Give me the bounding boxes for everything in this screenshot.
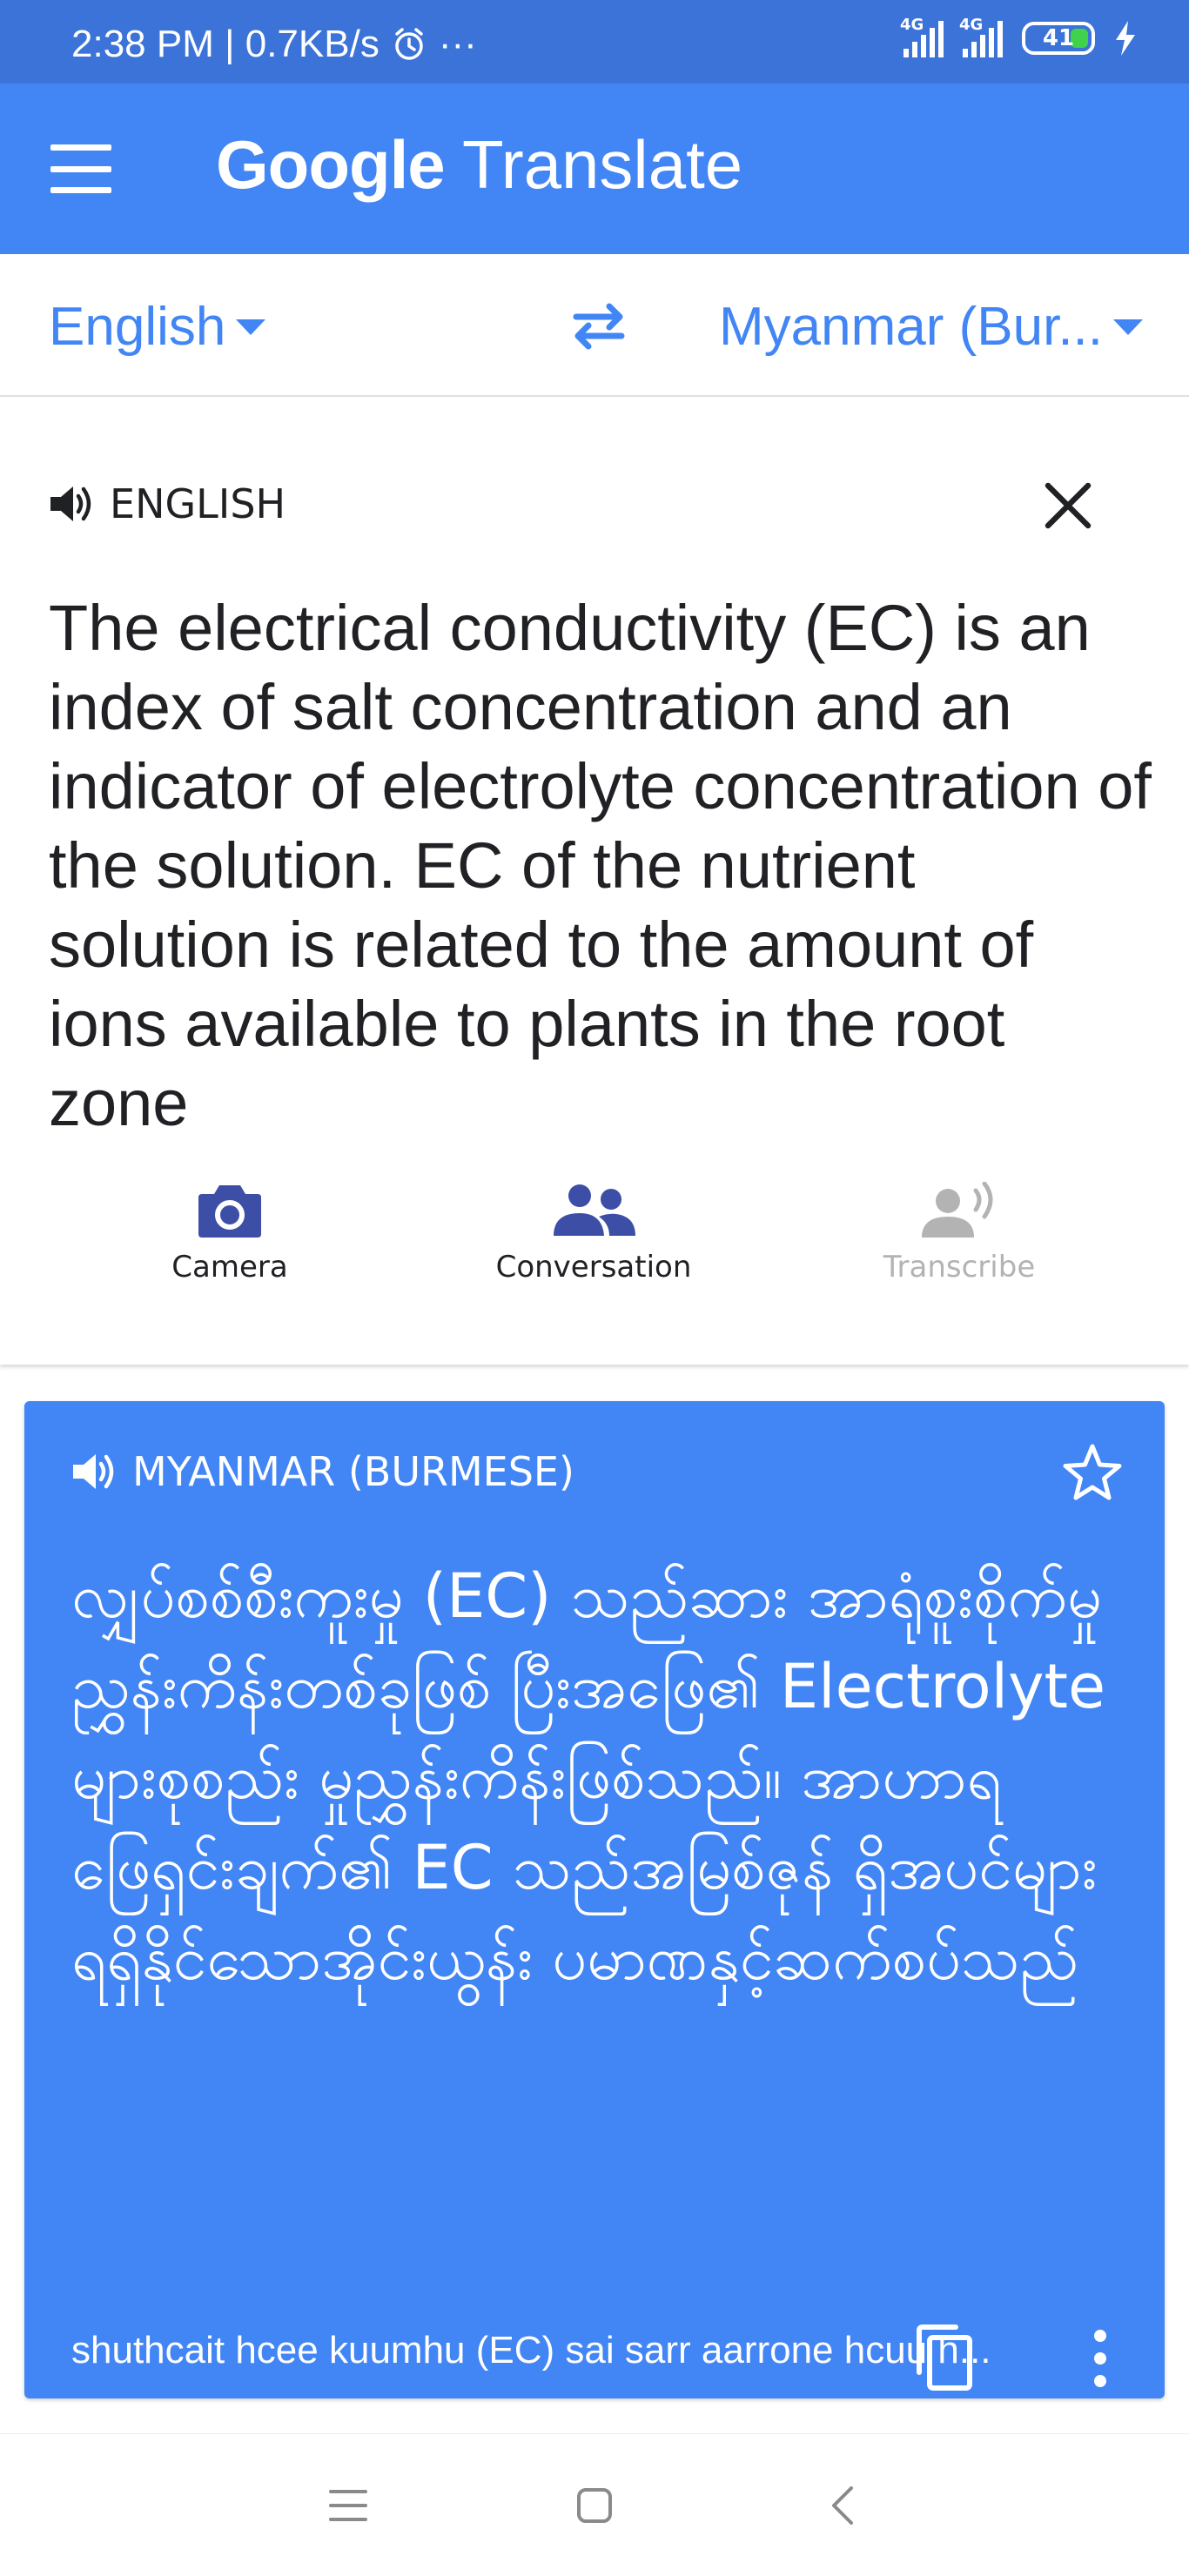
- transcribe-label: Transcribe: [883, 1250, 1036, 1285]
- transcribe-icon: [922, 1182, 993, 1238]
- close-icon[interactable]: [1041, 479, 1095, 533]
- recents-icon[interactable]: [313, 2478, 383, 2533]
- speaker-icon: [50, 486, 91, 521]
- charging-icon: [1116, 21, 1135, 56]
- translation-result-card: MYANMAR (BURMESE) လျှပ်စစ်စီးကူးမှု (EC)…: [24, 1401, 1165, 2398]
- conversation-icon: [554, 1184, 635, 1236]
- signal-2-icon: 4G: [959, 16, 1003, 57]
- app-bar: Google Translate: [0, 84, 1189, 254]
- translated-text: လျှပ်စစ်စီးကူးမှု (EC) သည်ဆား အာရုံစူးစိ…: [71, 1560, 1106, 1994]
- status-right: 4G 4G 41: [900, 16, 1137, 57]
- target-language-selector[interactable]: Myanmar (Bur...: [719, 296, 1143, 358]
- battery-icon: 41: [1022, 22, 1095, 55]
- conversation-button[interactable]: Conversation: [463, 1182, 724, 1285]
- status-bar: 2:38 PM | 0.7KB/s ··· 4G 4G 41: [0, 0, 1189, 84]
- menu-icon-bar: [50, 144, 111, 151]
- copy-icon[interactable]: [910, 2324, 980, 2393]
- source-language-selector[interactable]: English: [49, 296, 266, 358]
- status-more: ···: [438, 23, 477, 65]
- camera-button[interactable]: Camera: [99, 1182, 360, 1285]
- battery-level: 41: [1042, 25, 1075, 51]
- source-language-caption: ENGLISH: [110, 480, 286, 527]
- navigation-bar: [0, 2433, 1189, 2576]
- source-text-input[interactable]: The electrical conductivity (EC) is an i…: [49, 588, 1154, 1143]
- menu-icon-bar: [50, 165, 111, 172]
- signal-1-icon: 4G: [900, 16, 944, 57]
- target-language-label: Myanmar (Bur...: [719, 297, 1103, 357]
- app-title-product: Translate: [461, 126, 743, 203]
- target-speak-button[interactable]: MYANMAR (BURMESE): [71, 1448, 574, 1495]
- menu-icon-bar: [50, 187, 111, 193]
- conversation-label: Conversation: [495, 1250, 692, 1285]
- star-icon[interactable]: [1060, 1441, 1125, 1506]
- home-icon[interactable]: [560, 2478, 629, 2533]
- chevron-down-icon: [1113, 319, 1143, 335]
- app-title-brand: Google: [216, 126, 446, 203]
- source-speak-button[interactable]: ENGLISH: [49, 480, 285, 527]
- camera-icon: [198, 1185, 261, 1238]
- app-title: Google Translate: [216, 125, 742, 205]
- language-bar: English Myanmar (Bur...: [0, 254, 1189, 397]
- target-language-caption: MYANMAR (BURMESE): [132, 1448, 574, 1495]
- speaker-icon: [73, 1454, 114, 1489]
- alarm-icon: [395, 28, 423, 60]
- more-options-icon[interactable]: [1083, 2324, 1118, 2393]
- source-language-label: English: [49, 297, 226, 357]
- status-left: 2:38 PM | 0.7KB/s ···: [71, 23, 477, 66]
- chevron-down-icon: [236, 319, 266, 335]
- back-icon[interactable]: [809, 2478, 879, 2533]
- camera-label: Camera: [171, 1250, 288, 1285]
- swap-languages-icon[interactable]: [568, 298, 630, 353]
- transcribe-button[interactable]: Transcribe: [829, 1182, 1090, 1285]
- menu-button[interactable]: [50, 144, 111, 193]
- status-time-speed: 2:38 PM | 0.7KB/s: [71, 23, 380, 65]
- input-card: ENGLISH The electrical conductivity (EC)…: [0, 399, 1189, 1365]
